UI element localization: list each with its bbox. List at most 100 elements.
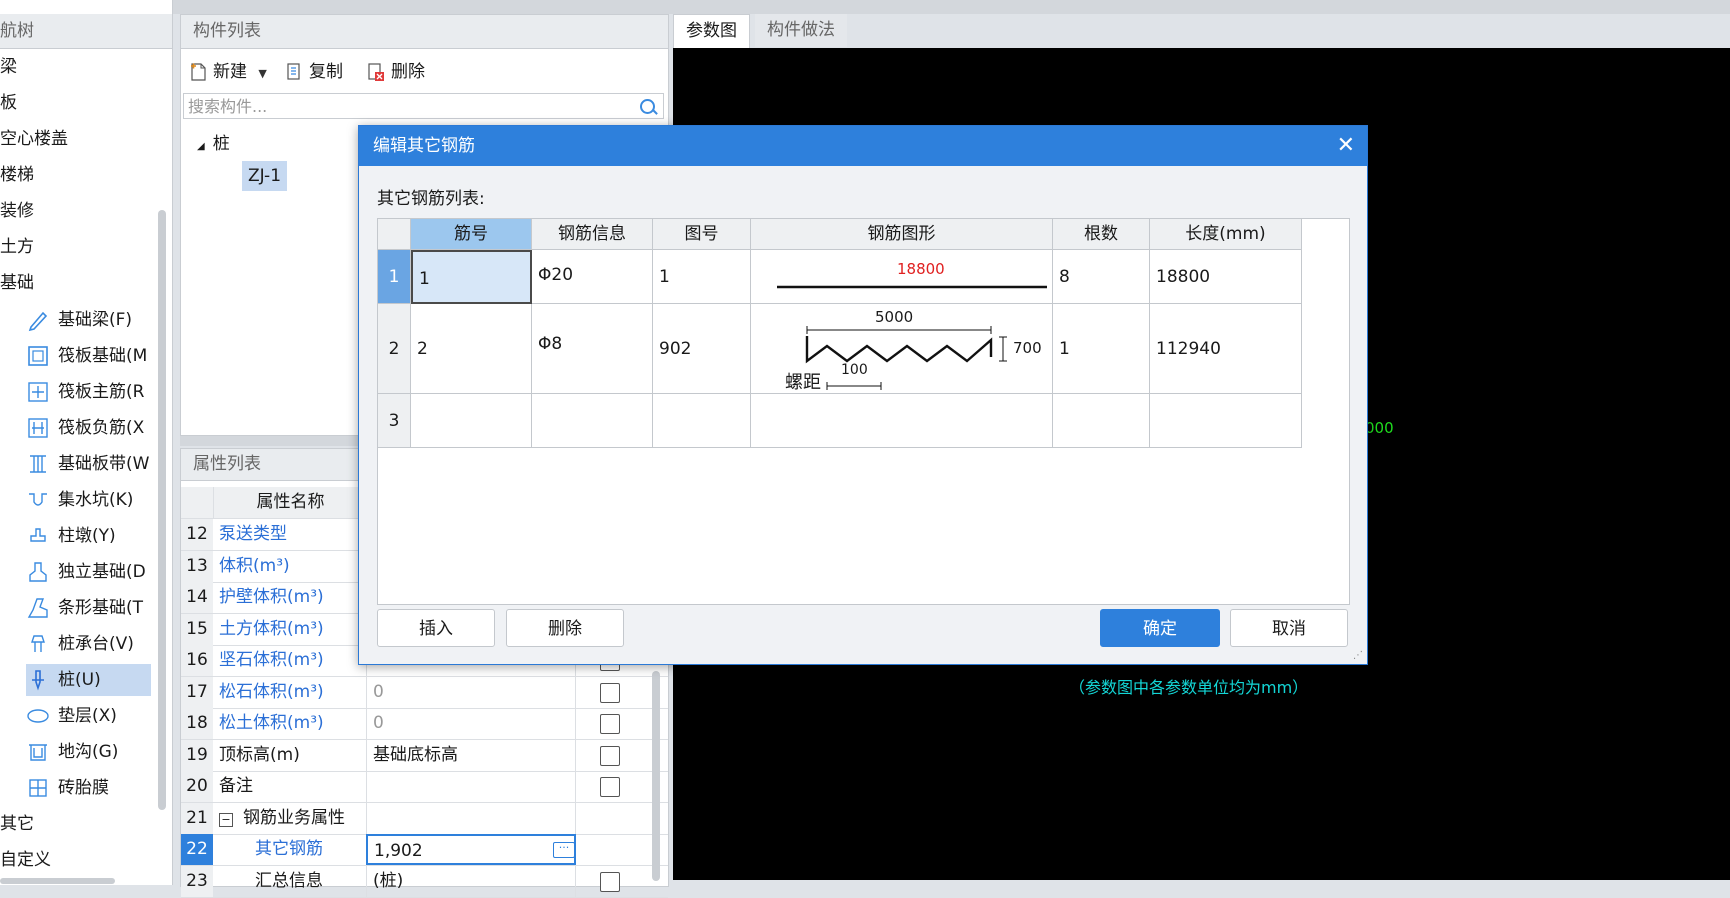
checkbox[interactable] [600,777,620,797]
row-number[interactable]: 3 [378,394,411,448]
cancel-button[interactable]: 取消 [1230,609,1348,647]
checkbox[interactable] [600,745,620,766]
ok-button[interactable]: 确定 [1100,609,1220,647]
col-figure-no[interactable]: 图号 [653,219,751,250]
row-number[interactable]: 1 [378,250,411,304]
cell-count[interactable]: 1 [1053,304,1150,394]
checkbox[interactable] [600,871,620,892]
property-row[interactable]: 20 备注 [181,771,668,803]
cell-bar-number[interactable]: 2 [411,304,532,394]
property-value[interactable]: 1,902 [366,834,576,865]
property-value[interactable]: 0 [366,676,576,708]
checkbox[interactable] [600,714,620,734]
tab-component-method[interactable]: 构件做法 [755,14,847,47]
tree-item-zj-1[interactable]: ZJ-1 [242,161,288,191]
nav-item-custom[interactable]: 自定义 [0,845,51,875]
property-row[interactable]: 19 顶标高(m) 基础底标高 [181,739,668,772]
cell-count[interactable]: 8 [1053,250,1150,304]
cell-bar-number[interactable]: 1 [411,250,532,304]
chevron-down-icon[interactable]: ▼ [258,67,266,80]
nav-sub-isolated-footing[interactable]: 独立基础(D [26,556,151,588]
straight-rebar-shape [777,285,1047,289]
tab-parameter-diagram[interactable]: 参数图 [673,14,750,48]
new-button[interactable]: 新建 ▼ [189,57,267,87]
col-rebar-info[interactable]: 钢筋信息 [532,219,653,250]
nav-item-earthwork[interactable]: 土方 [0,232,34,262]
cushion-icon [26,704,50,728]
property-value[interactable]: (桩) [366,865,576,897]
col-count[interactable]: 根数 [1053,219,1150,250]
nav-sub-pile[interactable]: 桩(U) [26,664,151,696]
property-name: 松石体积(m³) [219,677,324,708]
nav-item-slab[interactable]: 板 [0,88,17,118]
nav-sub-raft-negative-rebar[interactable]: 筏板负筋(X [26,412,151,444]
nav-h-scrollbar[interactable] [0,878,115,884]
nav-scrollbar[interactable] [158,210,166,810]
properties-scrollbar[interactable] [652,671,660,881]
cell-length[interactable] [1150,394,1302,448]
nav-sub-column-pier[interactable]: 柱墩(Y) [26,520,151,552]
foundation-strip-icon [26,452,50,476]
property-value[interactable] [366,802,576,834]
property-name-text: 备注 [219,776,253,796]
nav-item-foundation[interactable]: 基础 [0,268,34,298]
property-value[interactable]: 基础底标高 [366,739,576,771]
nav-item-hollow-floor[interactable]: 空心楼盖 [0,124,68,154]
cell-bar-number[interactable] [411,394,532,448]
cell-figure-no[interactable]: 902 [653,304,751,394]
col-property-name: 属性名称 [213,487,367,518]
tree-expand-icon[interactable]: ◢ [197,141,205,152]
cell-length[interactable]: 112940 [1150,304,1302,394]
resize-grip-icon[interactable]: ⋰ [1353,651,1363,661]
nav-sub-sump[interactable]: 集水坑(K) [26,484,151,516]
nav-sub-raft-main-rebar[interactable]: 筏板主筋(R [26,376,151,408]
cell-rebar-shape[interactable]: 18800 [751,250,1053,304]
search-placeholder: 搜索构件... [188,97,268,116]
nav-sub-raft-foundation[interactable]: 筏板基础(M [26,340,151,372]
nav-item-decoration[interactable]: 装修 [0,196,34,226]
property-row[interactable]: 21− 钢筋业务属性 [181,802,668,835]
more-options-icon[interactable]: ··· [553,842,575,858]
nav-sub-brick-mold[interactable]: 砖胎膜 [26,772,151,804]
property-row-number: 12 [181,519,213,550]
cell-rebar-info[interactable] [532,394,653,448]
col-rebar-shape[interactable]: 钢筋图形 [751,219,1053,250]
cell-rebar-shape[interactable]: 5000 700 100 螺距 [751,304,1053,394]
search-icon[interactable] [640,99,655,114]
search-input[interactable]: 搜索构件... [183,93,664,119]
property-row[interactable]: 22 其它钢筋 1,902 ··· [181,834,668,866]
cell-rebar-shape[interactable] [751,394,1053,448]
cell-figure-no[interactable]: 1 [653,250,751,304]
property-row[interactable]: 23 汇总信息 (桩) [181,865,668,898]
close-icon[interactable]: ✕ [1337,126,1355,166]
cell-count[interactable] [1053,394,1150,448]
cell-length[interactable]: 18800 [1150,250,1302,304]
delete-button[interactable]: 删除 [367,57,425,87]
nav-sub-strip-footing[interactable]: 条形基础(T [26,592,151,624]
col-length[interactable]: 长度(mm) [1150,219,1302,250]
checkbox[interactable] [600,682,620,703]
nav-item-beam[interactable]: 梁 [0,52,17,82]
property-row[interactable]: 18 松土体积(m³) 0 [181,708,668,740]
tree-root[interactable]: ◢ 桩 [197,129,230,162]
property-row[interactable]: 17 松石体积(m³) 0 [181,676,668,709]
nav-item-stairs[interactable]: 楼梯 [0,160,34,190]
nav-sub-foundation-strip[interactable]: 基础板带(W [26,448,151,480]
delete-row-button[interactable]: 删除 [506,609,624,647]
copy-button[interactable]: 复制 [285,57,343,87]
property-value[interactable] [366,771,576,802]
nav-sub-trench[interactable]: 地沟(G) [26,736,151,768]
cell-figure-no[interactable] [653,394,751,448]
row-number[interactable]: 2 [378,304,411,394]
nav-item-other[interactable]: 其它 [0,809,34,839]
property-name: 体积(m³) [219,551,290,582]
insert-button[interactable]: 插入 [377,609,495,647]
nav-sub-cushion[interactable]: 垫层(X) [26,700,151,732]
collapse-icon[interactable]: − [219,812,233,827]
cell-rebar-info[interactable]: Φ8 [532,304,653,394]
cell-rebar-info[interactable]: Φ20 [532,250,653,304]
col-bar-number[interactable]: 筋号 [411,219,532,250]
property-value[interactable]: 0 [366,708,576,739]
nav-sub-pile-cap[interactable]: 桩承台(V) [26,628,151,660]
nav-sub-foundation-beam[interactable]: 基础梁(F) [26,304,151,336]
